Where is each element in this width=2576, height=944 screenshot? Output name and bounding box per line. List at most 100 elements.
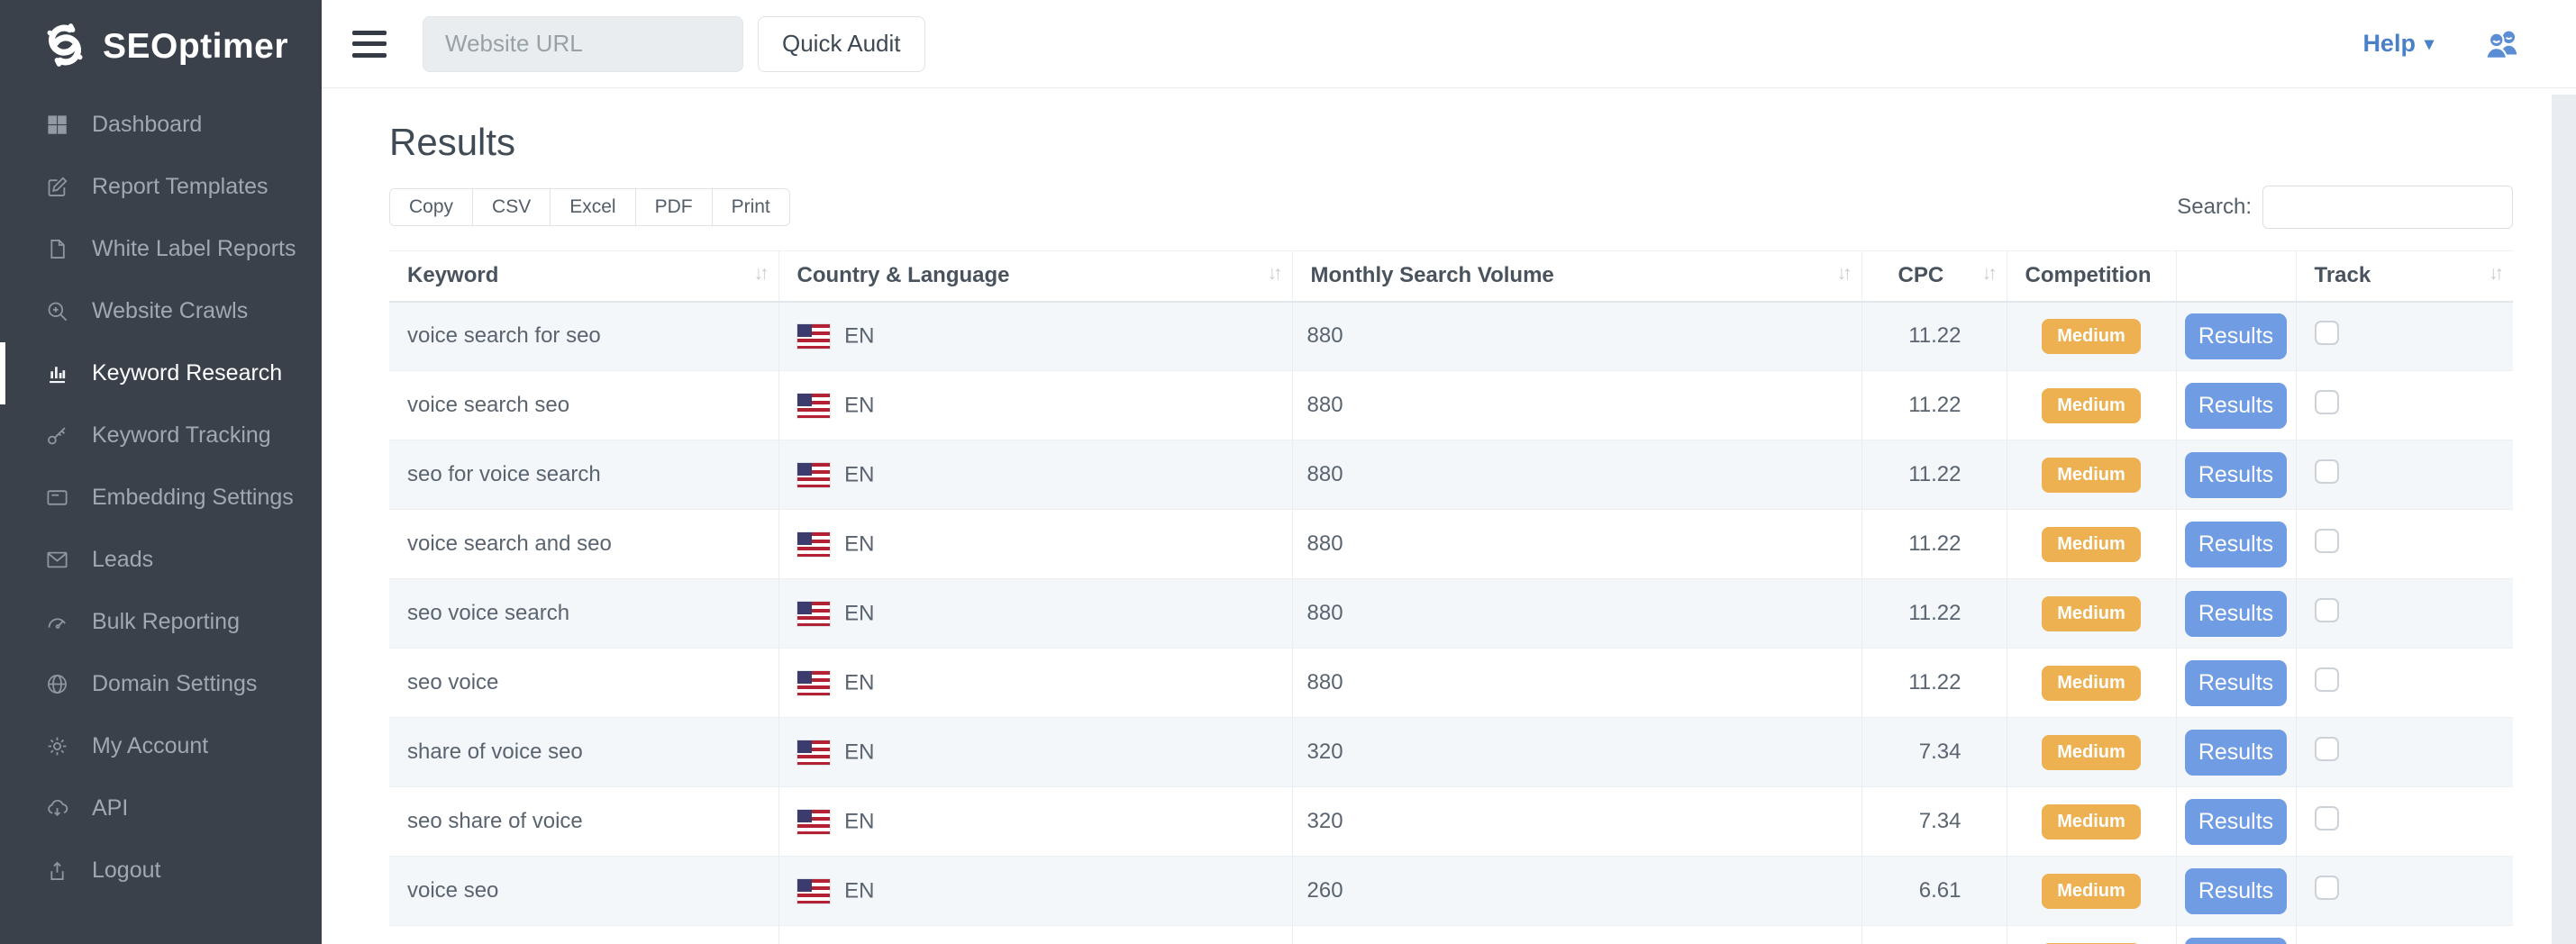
website-url-input[interactable]	[423, 16, 743, 72]
sidebar: SEOptimer Dashboard Report Templates	[0, 0, 322, 944]
table-row: voice search seo 2017 EN 30 Medium Resul…	[389, 926, 2513, 944]
keyword-cell: share of voice seo	[389, 718, 778, 787]
track-checkbox[interactable]	[2315, 737, 2339, 761]
language-code: EN	[844, 393, 874, 417]
competition-badge: Medium	[2042, 319, 2141, 354]
competition-badge: Medium	[2042, 527, 2141, 562]
language-code: EN	[844, 324, 874, 349]
track-cell	[2296, 926, 2513, 944]
sidebar-item-keyword-research[interactable]: Keyword Research	[0, 342, 322, 404]
sidebar-item-keyword-tracking[interactable]: Keyword Tracking	[0, 404, 322, 467]
sidebar-item-logout[interactable]: Logout	[0, 840, 322, 902]
sort-icon: ↓↑	[1268, 263, 1279, 285]
country-cell: EN	[778, 440, 1292, 510]
cpc-cell: 7.34	[1861, 718, 2007, 787]
results-button[interactable]: Results	[2185, 313, 2287, 359]
sidebar-item-my-account[interactable]: My Account	[0, 715, 322, 777]
column-header-monthly-search-volume[interactable]: ↓↑ Monthly Search Volume	[1292, 251, 1861, 302]
help-menu[interactable]: Help ▾	[2362, 30, 2434, 58]
sidebar-item-website-crawls[interactable]: Website Crawls	[0, 280, 322, 342]
competition-cell: Medium	[2007, 302, 2176, 371]
chevron-down-icon: ▾	[2425, 32, 2434, 55]
country-cell: EN	[778, 579, 1292, 649]
sidebar-item-embedding-settings[interactable]: Embedding Settings	[0, 467, 322, 529]
sidebar-item-bulk-reporting[interactable]: Bulk Reporting	[0, 591, 322, 653]
quick-audit-button[interactable]: Quick Audit	[758, 16, 925, 72]
track-checkbox[interactable]	[2315, 459, 2339, 484]
sidebar-item-report-templates[interactable]: Report Templates	[0, 156, 322, 218]
users-icon[interactable]	[2480, 25, 2522, 63]
globe-icon	[43, 671, 70, 698]
sidebar-item-label: Dashboard	[92, 112, 202, 138]
main-content: Results Copy CSV Excel PDF Print Search:	[322, 88, 2576, 944]
sidebar-item-api[interactable]: API	[0, 777, 322, 840]
table-row: seo voice EN 880 11.22 Medium Results	[389, 649, 2513, 718]
competition-cell: Medium	[2007, 857, 2176, 926]
country-cell: EN	[778, 510, 1292, 579]
speedometer-icon	[43, 609, 70, 636]
track-cell	[2296, 857, 2513, 926]
results-button[interactable]: Results	[2185, 799, 2287, 845]
track-checkbox[interactable]	[2315, 876, 2339, 900]
us-flag-icon	[797, 532, 830, 557]
results-button[interactable]: Results	[2185, 591, 2287, 637]
export-button-group: Copy CSV Excel PDF Print	[389, 188, 790, 226]
csv-button[interactable]: CSV	[472, 188, 551, 226]
track-checkbox[interactable]	[2315, 667, 2339, 692]
track-checkbox[interactable]	[2315, 806, 2339, 831]
results-button[interactable]: Results	[2185, 730, 2287, 776]
track-checkbox[interactable]	[2315, 390, 2339, 414]
keyword-results-table: ↓↑ Keyword ↓↑ Country & Language ↓↑ Mont…	[389, 250, 2513, 944]
copy-button[interactable]: Copy	[389, 188, 473, 226]
key-icon	[43, 422, 70, 449]
bar-chart-icon	[43, 360, 70, 387]
print-button[interactable]: Print	[712, 188, 790, 226]
hamburger-menu-icon[interactable]	[352, 31, 387, 58]
results-button[interactable]: Results	[2185, 868, 2287, 914]
volume-cell: 880	[1292, 302, 1861, 371]
action-cell: Results	[2176, 579, 2296, 649]
competition-badge: Medium	[2042, 666, 2141, 701]
results-button[interactable]: Results	[2185, 452, 2287, 498]
results-button[interactable]: Results	[2185, 938, 2287, 944]
action-cell: Results	[2176, 371, 2296, 440]
cloud-download-icon	[43, 795, 70, 822]
sidebar-item-label: Website Crawls	[92, 298, 248, 324]
column-header-track[interactable]: ↓↑ Track	[2296, 251, 2513, 302]
volume-cell: 880	[1292, 579, 1861, 649]
sidebar-item-leads[interactable]: Leads	[0, 529, 322, 591]
column-header-country-language[interactable]: ↓↑ Country & Language	[778, 251, 1292, 302]
language-code: EN	[844, 740, 874, 764]
column-header-keyword[interactable]: ↓↑ Keyword	[389, 251, 778, 302]
volume-cell: 880	[1292, 510, 1861, 579]
track-checkbox[interactable]	[2315, 529, 2339, 553]
sidebar-item-domain-settings[interactable]: Domain Settings	[0, 653, 322, 715]
sidebar-item-white-label-reports[interactable]: White Label Reports	[0, 218, 322, 280]
column-header-cpc[interactable]: ↓↑ CPC	[1861, 251, 2007, 302]
track-cell	[2296, 718, 2513, 787]
logout-icon	[43, 858, 70, 885]
keyword-cell: seo voice search	[389, 579, 778, 649]
track-checkbox[interactable]	[2315, 598, 2339, 622]
column-header-competition[interactable]: Competition	[2007, 251, 2176, 302]
track-checkbox[interactable]	[2315, 321, 2339, 345]
results-button[interactable]: Results	[2185, 660, 2287, 706]
volume-cell: 320	[1292, 787, 1861, 857]
search-input[interactable]	[2262, 186, 2513, 229]
sidebar-item-dashboard[interactable]: Dashboard	[0, 94, 322, 156]
envelope-icon	[43, 547, 70, 574]
cpc-cell: 11.22	[1861, 579, 2007, 649]
search-plus-icon	[43, 298, 70, 325]
pdf-button[interactable]: PDF	[635, 188, 713, 226]
vertical-scrollbar[interactable]	[2552, 95, 2576, 944]
competition-badge: Medium	[2042, 874, 2141, 909]
competition-cell: Medium	[2007, 510, 2176, 579]
sidebar-item-label: My Account	[92, 733, 208, 759]
logo[interactable]: SEOptimer	[0, 0, 322, 94]
excel-button[interactable]: Excel	[550, 188, 635, 226]
us-flag-icon	[797, 810, 830, 834]
competition-cell: Medium	[2007, 926, 2176, 944]
results-button[interactable]: Results	[2185, 522, 2287, 567]
results-button[interactable]: Results	[2185, 383, 2287, 429]
table-row: voice search for seo EN 880 11.22 Medium…	[389, 302, 2513, 371]
